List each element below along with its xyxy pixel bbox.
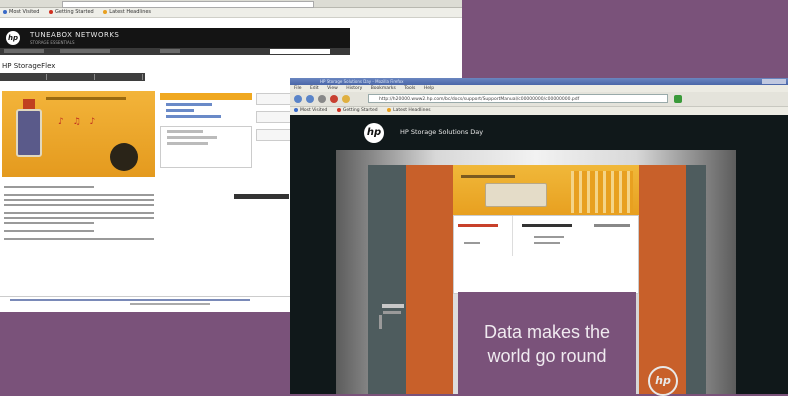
menu-tools[interactable]: Tools	[404, 86, 415, 91]
storage-device-illustration	[16, 99, 42, 157]
footer-copyright	[130, 303, 210, 305]
menu-view[interactable]: View	[327, 86, 338, 91]
bookmark-latest-headlines[interactable]: Latest Headlines	[103, 9, 151, 15]
back-window-titlebar	[0, 0, 462, 8]
menu-bookmarks[interactable]: Bookmarks	[371, 86, 396, 91]
sidebar-link[interactable]	[166, 103, 212, 106]
hero-caption	[46, 97, 126, 100]
front-window-titlebar: HP Storage Solutions Day - Mozilla Firef…	[290, 78, 788, 85]
sidebar-link[interactable]	[166, 109, 194, 112]
back-nav-item[interactable]	[4, 49, 44, 53]
bookmark-latest-headlines[interactable]: Latest Headlines	[387, 107, 431, 113]
window-title: HP Storage Solutions Day - Mozilla Firef…	[320, 79, 404, 84]
storage-device-illustration	[485, 183, 547, 207]
back-bookmarks-bar: Most Visited Getting Started Latest Head…	[0, 8, 462, 18]
menu-file[interactable]: File	[294, 86, 302, 91]
reload-icon[interactable]	[318, 95, 326, 103]
banner-rod	[461, 175, 515, 178]
back-tab[interactable]	[48, 74, 95, 80]
back-nav-item[interactable]	[60, 49, 110, 53]
back-search-input[interactable]	[270, 49, 330, 54]
back-dark-button[interactable]	[234, 194, 289, 199]
panel-heading	[522, 224, 572, 227]
window-controls[interactable]	[762, 79, 786, 84]
info-panel	[453, 215, 639, 294]
panel-text	[464, 242, 480, 244]
back-tab-strip	[0, 73, 145, 81]
hp-badge-icon: hp	[648, 366, 678, 396]
forward-arrow-icon[interactable]	[306, 95, 314, 103]
left-column-marker	[379, 315, 382, 329]
go-icon[interactable]	[674, 95, 682, 103]
left-orange-column	[406, 165, 453, 394]
back-nav-item[interactable]	[160, 49, 180, 53]
hp-logo-icon[interactable]: hp	[6, 31, 20, 45]
back-arrow-icon[interactable]	[294, 95, 302, 103]
back-site-title: TUNEABOX NETWORKS	[30, 31, 120, 39]
sidebar-link[interactable]	[166, 115, 222, 118]
drive-slots-illustration	[571, 171, 633, 213]
music-notes-illustration: ♪ ♫ ♪	[58, 117, 99, 127]
back-address-bar[interactable]	[62, 1, 314, 8]
menu-help[interactable]: Help	[424, 86, 434, 91]
slogan-text: Data makes the world go round	[466, 320, 628, 368]
back-sidebar-panel	[160, 93, 252, 177]
sidebar-info-box	[160, 126, 252, 168]
home-icon[interactable]	[342, 95, 350, 103]
menu-history[interactable]: History	[346, 86, 362, 91]
panel-text	[534, 236, 564, 238]
left-gray-column	[368, 165, 406, 394]
bookmark-most-visited[interactable]: Most Visited	[294, 107, 327, 113]
menu-edit[interactable]: Edit	[310, 86, 319, 91]
back-site-subtitle: STORAGE ESSENTIALS	[30, 40, 75, 45]
panel-link[interactable]	[594, 224, 630, 227]
navigation-toolbar: http://h20000.www2.hp.com/bc/docs/suppor…	[290, 92, 788, 107]
stop-icon[interactable]	[330, 95, 338, 103]
front-browser-window[interactable]: HP Storage Solutions Day - Mozilla Firef…	[290, 78, 788, 394]
slogan-line-2: world go round	[487, 346, 607, 366]
back-page-title: HP StorageFlex	[2, 62, 56, 70]
gear-illustration	[110, 143, 138, 171]
back-body-text	[4, 186, 154, 243]
product-banner	[453, 165, 639, 215]
slogan-panel: Data makes the world go round	[458, 292, 636, 394]
back-hero-banner: ♪ ♫ ♪	[2, 91, 155, 177]
address-bar[interactable]: http://h20000.www2.hp.com/bc/docs/suppor…	[368, 94, 668, 103]
hp-logo-icon[interactable]: hp	[364, 123, 384, 143]
right-orange-column	[639, 165, 686, 394]
back-site-header: hp TUNEABOX NETWORKS STORAGE ESSENTIALS	[0, 28, 350, 48]
page-content: hp HP Storage Solutions Day Data makes t…	[290, 115, 788, 394]
bookmark-getting-started[interactable]: Getting Started	[49, 9, 94, 15]
menu-bar: File Edit View History Bookmarks Tools H…	[290, 85, 788, 92]
bookmark-getting-started[interactable]: Getting Started	[336, 107, 378, 113]
site-title: HP Storage Solutions Day	[400, 128, 484, 136]
slogan-line-1: Data makes the	[483, 322, 611, 342]
back-tab[interactable]	[96, 74, 143, 80]
left-column-label	[382, 304, 404, 308]
back-tab[interactable]	[0, 74, 47, 80]
right-gray-column	[686, 165, 706, 394]
footer-links[interactable]	[10, 299, 250, 301]
sidebar-header	[160, 93, 252, 100]
panel-link[interactable]	[458, 224, 498, 227]
bookmark-most-visited[interactable]: Most Visited	[3, 9, 39, 15]
panel-text	[534, 242, 560, 244]
left-column-sublabel	[383, 311, 401, 314]
